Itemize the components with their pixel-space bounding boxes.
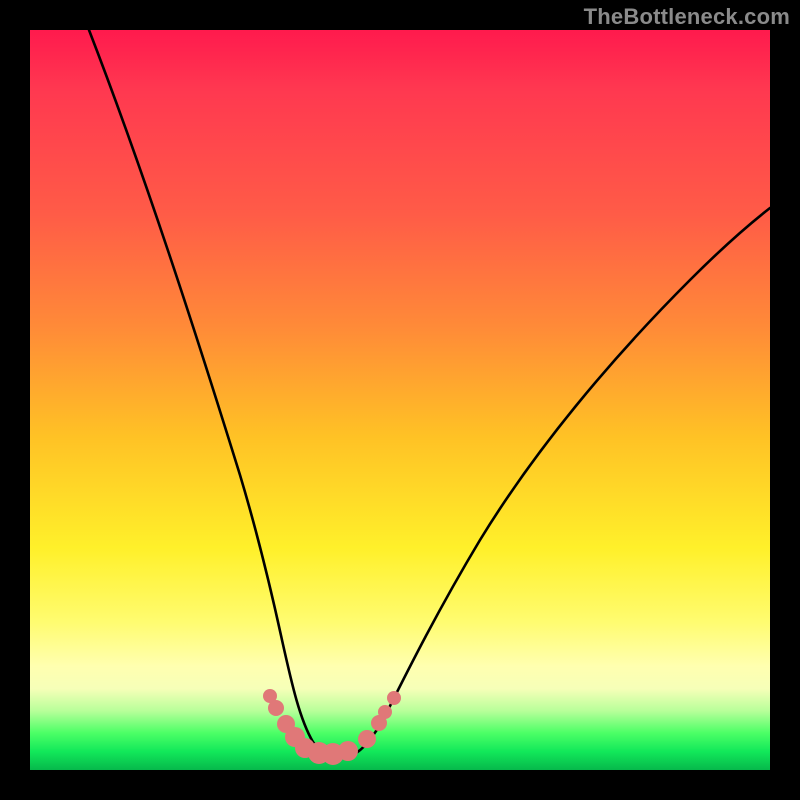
- plot-area: [30, 30, 770, 770]
- chart-frame: TheBottleneck.com: [0, 0, 800, 800]
- marker-dot: [378, 705, 392, 719]
- marker-dot: [358, 730, 376, 748]
- watermark-text: TheBottleneck.com: [584, 4, 790, 30]
- marker-dot: [268, 700, 284, 716]
- marker-group: [263, 689, 401, 765]
- marker-dot: [387, 691, 401, 705]
- marker-dot: [338, 741, 358, 761]
- curve-layer: [30, 30, 770, 770]
- bottleneck-curve: [89, 30, 770, 758]
